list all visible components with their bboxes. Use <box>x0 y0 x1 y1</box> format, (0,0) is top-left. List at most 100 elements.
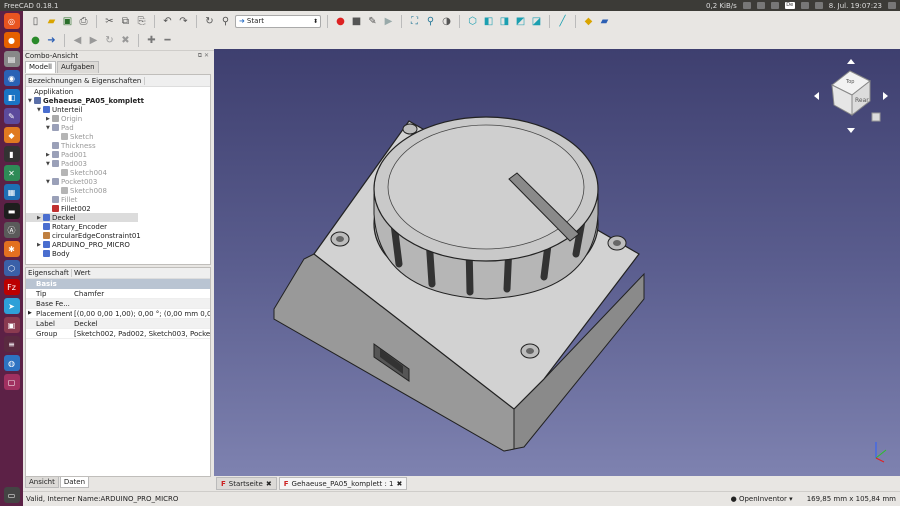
settings-icon[interactable]: ✱ <box>3 241 20 257</box>
calendar-icon[interactable]: ▦ <box>3 184 20 200</box>
nav-arrow-right-icon[interactable] <box>883 92 888 100</box>
telegram-launcher-icon[interactable]: ➤ <box>3 298 20 314</box>
tree-item[interactable]: circularEdgeConstraint01 <box>26 231 210 240</box>
model-tree[interactable]: Bezeichnungen & Eigenschaften Applikatio… <box>25 74 211 265</box>
zoom-out-icon[interactable]: ━ <box>161 34 174 47</box>
tab-aufgaben[interactable]: Aufgaben <box>56 61 99 73</box>
view-right-icon[interactable]: ◩ <box>514 15 527 28</box>
create-group-icon[interactable]: ▰ <box>598 15 611 28</box>
telegram-icon[interactable] <box>756 2 765 9</box>
property-row[interactable]: Label Deckel <box>26 319 210 329</box>
create-part-icon[interactable]: ◆ <box>582 15 595 28</box>
tree-item[interactable]: ▶ Deckel <box>26 213 138 222</box>
whats-this-icon[interactable]: ⚲ <box>219 15 232 28</box>
undo-icon[interactable]: ↶ <box>161 15 174 28</box>
freecad-icon[interactable]: ⬡ <box>3 260 20 276</box>
chrome-icon[interactable]: ◉ <box>3 70 20 86</box>
doc-tab-startseite[interactable]: F Startseite ✖ <box>216 477 277 490</box>
macro-stop-icon[interactable]: ■ <box>350 15 363 28</box>
save-icon[interactable]: ▣ <box>61 15 74 28</box>
view-rear-icon[interactable]: ◪ <box>530 15 543 28</box>
app-misc-icon[interactable]: ▢ <box>3 374 20 390</box>
stop-icon[interactable]: ✖ <box>119 34 132 47</box>
tree-item[interactable]: ▶ ARDUINO_PRO_MICRO <box>26 240 210 249</box>
workbench-selector[interactable]: ➜ Start ⬍ <box>235 14 321 28</box>
print-icon[interactable]: ⎙ <box>77 15 90 28</box>
property-group-basis[interactable]: Basis <box>26 279 210 289</box>
power-icon[interactable] <box>888 2 896 9</box>
measure-icon[interactable]: ╱ <box>556 15 569 28</box>
clock[interactable]: 8. Jul. 19:07:23 <box>829 2 882 10</box>
tree-item[interactable]: Thickness <box>26 141 210 150</box>
ubuntu-logo-icon[interactable]: ◎ <box>3 13 20 29</box>
property-row[interactable]: Tip Chamfer <box>26 289 210 299</box>
navigation-style[interactable]: ● OpenInventor ▾ <box>731 495 793 503</box>
tree-item[interactable]: ▼ Gehaeuse_PA05_komplett <box>26 96 210 105</box>
3d-model-render[interactable] <box>214 49 900 476</box>
tree-item[interactable]: ▶ Pad001 <box>26 150 210 159</box>
arduino-icon[interactable]: Ⓐ <box>3 222 20 238</box>
tree-item[interactable]: Fillet <box>26 195 210 204</box>
tab-ansicht[interactable]: Ansicht <box>25 477 59 488</box>
nav-cube-graphic[interactable]: Top Rear <box>812 57 890 135</box>
property-editor[interactable]: Eigenschaft Wert Basis Tip Chamfer Base Fe… <box>25 267 211 477</box>
tree-item[interactable]: ▶ Origin <box>26 114 210 123</box>
text-editor-icon[interactable]: ✎ <box>3 108 20 124</box>
tree-item[interactable]: Sketch <box>26 132 210 141</box>
nav-arrow-up-icon[interactable] <box>847 59 855 64</box>
tree-item[interactable]: Body <box>26 249 210 258</box>
view-isometric-icon[interactable]: ⬡ <box>466 15 479 28</box>
doc-tab-gehaeuse[interactable]: F Gehaeuse_PA05_komplett : 1 ✖ <box>278 477 408 490</box>
tree-item[interactable]: Sketch004 <box>26 168 210 177</box>
new-document-icon[interactable]: ▯ <box>29 15 42 28</box>
tree-item[interactable]: ▼ Unterteil <box>26 105 210 114</box>
dark-app-icon[interactable]: ▬ <box>3 203 20 219</box>
property-value[interactable]: [(0,00 0,00 1,00); 0,00 °; (0,00 mm 0,00… <box>72 310 210 318</box>
wifi-icon[interactable] <box>800 2 809 9</box>
open-folder-icon[interactable]: ▰ <box>45 15 58 28</box>
property-value[interactable]: Deckel <box>72 320 210 328</box>
redo-icon[interactable]: ↷ <box>177 15 190 28</box>
fit-selection-icon[interactable]: ⚲ <box>424 15 437 28</box>
keyboard-icon[interactable] <box>770 2 779 9</box>
filezilla-icon[interactable]: Fz <box>3 279 20 295</box>
tree-item[interactable]: Sketch008 <box>26 186 210 195</box>
keyboard-layout[interactable]: De <box>784 2 795 9</box>
tree-item[interactable]: ▼ Pad003 <box>26 159 210 168</box>
paste-icon[interactable]: ⎘ <box>135 15 148 28</box>
property-value[interactable]: [Sketch002, Pad002, Sketch003, Pocket,..… <box>72 330 210 338</box>
property-row[interactable]: Group [Sketch002, Pad002, Sketch003, Pock… <box>26 329 210 339</box>
nav-arrow-down-icon[interactable] <box>847 128 855 133</box>
forward-icon[interactable]: ▶ <box>87 34 100 47</box>
macro-play-icon[interactable]: ▶ <box>382 15 395 28</box>
dropbox-icon[interactable] <box>742 2 751 9</box>
reload-icon[interactable]: ↻ <box>103 34 116 47</box>
tree-item[interactable]: Rotary_Encoder <box>26 222 210 231</box>
macro-record-icon[interactable]: ● <box>334 15 347 28</box>
tools-icon[interactable]: ✕ <box>3 165 20 181</box>
volume-icon[interactable] <box>814 2 823 9</box>
copy-icon[interactable]: ⧉ <box>119 15 132 28</box>
expand-arrow-icon[interactable]: ▶ <box>28 310 32 316</box>
tree-item[interactable]: ▼ Pocket003 <box>26 177 210 186</box>
property-row[interactable]: Base Fe... <box>26 299 210 309</box>
zoom-in-icon[interactable]: ✚ <box>145 34 158 47</box>
view-top-icon[interactable]: ◨ <box>498 15 511 28</box>
macro-edit-icon[interactable]: ✎ <box>366 15 379 28</box>
nav-cube-menu-icon[interactable] <box>871 112 881 122</box>
panel-float-close-icon[interactable]: ⧉ ✕ <box>198 52 212 60</box>
draw-style-icon[interactable]: ◑ <box>440 15 453 28</box>
tree-item[interactable]: ▼ Pad <box>26 123 210 132</box>
firefox-icon[interactable]: ● <box>3 32 20 48</box>
cut-icon[interactable]: ✂ <box>103 15 116 28</box>
tab-daten[interactable]: Daten <box>59 477 90 488</box>
tree-item[interactable]: Fillet002 <box>26 204 210 213</box>
view-front-icon[interactable]: ◧ <box>482 15 495 28</box>
app-list-icon[interactable]: ≡ <box>3 336 20 352</box>
tab-modell[interactable]: Modell <box>25 61 56 73</box>
back-icon[interactable]: ◀ <box>71 34 84 47</box>
web-forward-icon[interactable]: ➜ <box>45 34 58 47</box>
close-tab-icon[interactable]: ✖ <box>266 480 272 488</box>
web-home-icon[interactable]: ● <box>29 34 42 47</box>
nav-arrow-left-icon[interactable] <box>814 92 819 100</box>
